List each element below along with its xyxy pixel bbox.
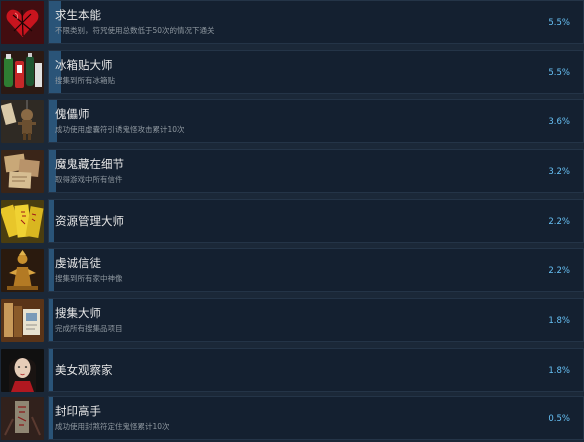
achievement-row[interactable]: 资源管理大师 2.2%	[0, 199, 584, 245]
achievement-title: 封印高手	[55, 404, 101, 418]
achievement-description: 取得游戏中所有信件	[55, 175, 123, 184]
achievement-panel: 虔诚信徒 搜集到所有家中神像 2.2%	[48, 248, 584, 292]
achievement-row[interactable]: 封印高手 成功使用封煞符定住鬼怪累计10次 0.5%	[0, 396, 584, 442]
achievement-row[interactable]: 傀儡师 成功使用虚囊符引诱鬼怪攻击累计10次 3.6%	[0, 99, 584, 145]
achievement-description: 成功使用封煞符定住鬼怪累计10次	[55, 422, 170, 431]
unlock-percent: 2.2%	[548, 217, 570, 227]
achievement-panel: 傀儡师 成功使用虚囊符引诱鬼怪攻击累计10次 3.6%	[48, 99, 584, 143]
unlock-rate-bar	[49, 249, 54, 291]
achievement-panel: 资源管理大师 2.2%	[48, 199, 584, 243]
achievement-title: 虔诚信徒	[55, 256, 101, 270]
golden-idol-icon	[1, 249, 44, 292]
unlock-percent: 1.8%	[548, 316, 570, 326]
unlock-rate-bar	[49, 397, 53, 439]
achievement-title: 搜集大师	[55, 306, 101, 320]
fridge-magnets-icon	[1, 51, 44, 94]
achievement-title: 冰箱贴大师	[55, 58, 113, 72]
achievement-panel: 求生本能 不限类别，符咒使用总数低于50次的情况下通关 5.5%	[48, 0, 584, 44]
unlock-percent: 1.8%	[548, 366, 570, 376]
achievement-panel: 冰箱贴大师 搜集到所有冰箱贴 5.5%	[48, 50, 584, 94]
achievement-title: 资源管理大师	[55, 214, 124, 228]
collectibles-icon	[1, 299, 44, 342]
achievement-title: 美女观察家	[55, 363, 113, 377]
achievement-description: 搜集到所有冰箱贴	[55, 76, 115, 85]
achievement-description: 不限类别，符咒使用总数低于50次的情况下通关	[55, 26, 215, 35]
achievement-panel: 搜集大师 完成所有搜集品项目 1.8%	[48, 298, 584, 342]
woman-portrait-icon	[1, 349, 44, 392]
achievement-row[interactable]: 魔鬼藏在细节 取得游戏中所有信件 3.2%	[0, 149, 584, 195]
puppet-doll-icon	[1, 100, 44, 143]
achievement-row[interactable]: 求生本能 不限类别，符咒使用总数低于50次的情况下通关 5.5%	[0, 0, 584, 46]
unlock-rate-bar	[49, 299, 53, 341]
achievement-row[interactable]: 虔诚信徒 搜集到所有家中神像 2.2%	[0, 248, 584, 294]
achievement-title: 魔鬼藏在细节	[55, 157, 124, 171]
unlock-percent: 3.2%	[548, 167, 570, 177]
heart-thorns-icon	[1, 1, 44, 44]
unlock-percent: 2.2%	[548, 266, 570, 276]
achievement-description: 完成所有搜集品项目	[55, 324, 123, 333]
unlock-percent: 5.5%	[548, 18, 570, 28]
letters-icon	[1, 150, 44, 193]
achievement-panel: 美女观察家 1.8%	[48, 348, 584, 392]
unlock-percent: 0.5%	[548, 414, 570, 424]
achievement-description: 搜集到所有家中神像	[55, 274, 123, 283]
achievement-panel: 魔鬼藏在细节 取得游戏中所有信件 3.2%	[48, 149, 584, 193]
unlock-percent: 5.5%	[548, 68, 570, 78]
achievement-row[interactable]: 冰箱贴大师 搜集到所有冰箱贴 5.5%	[0, 50, 584, 96]
sealing-talisman-icon	[1, 397, 44, 440]
achievement-row[interactable]: 搜集大师 完成所有搜集品项目 1.8%	[0, 298, 584, 344]
unlock-rate-bar	[49, 200, 54, 242]
achievement-description: 成功使用虚囊符引诱鬼怪攻击累计10次	[55, 125, 185, 134]
achievement-title: 傀儡师	[55, 107, 90, 121]
unlock-rate-bar	[49, 349, 53, 391]
achievement-title: 求生本能	[55, 8, 101, 22]
unlock-percent: 3.6%	[548, 117, 570, 127]
yellow-talismans-icon	[1, 200, 44, 243]
achievement-row[interactable]: 美女观察家 1.8%	[0, 348, 584, 394]
achievement-panel: 封印高手 成功使用封煞符定住鬼怪累计10次 0.5%	[48, 396, 584, 440]
achievements-list: 求生本能 不限类别，符咒使用总数低于50次的情况下通关 5.5% 冰箱贴大师 搜…	[0, 0, 584, 440]
